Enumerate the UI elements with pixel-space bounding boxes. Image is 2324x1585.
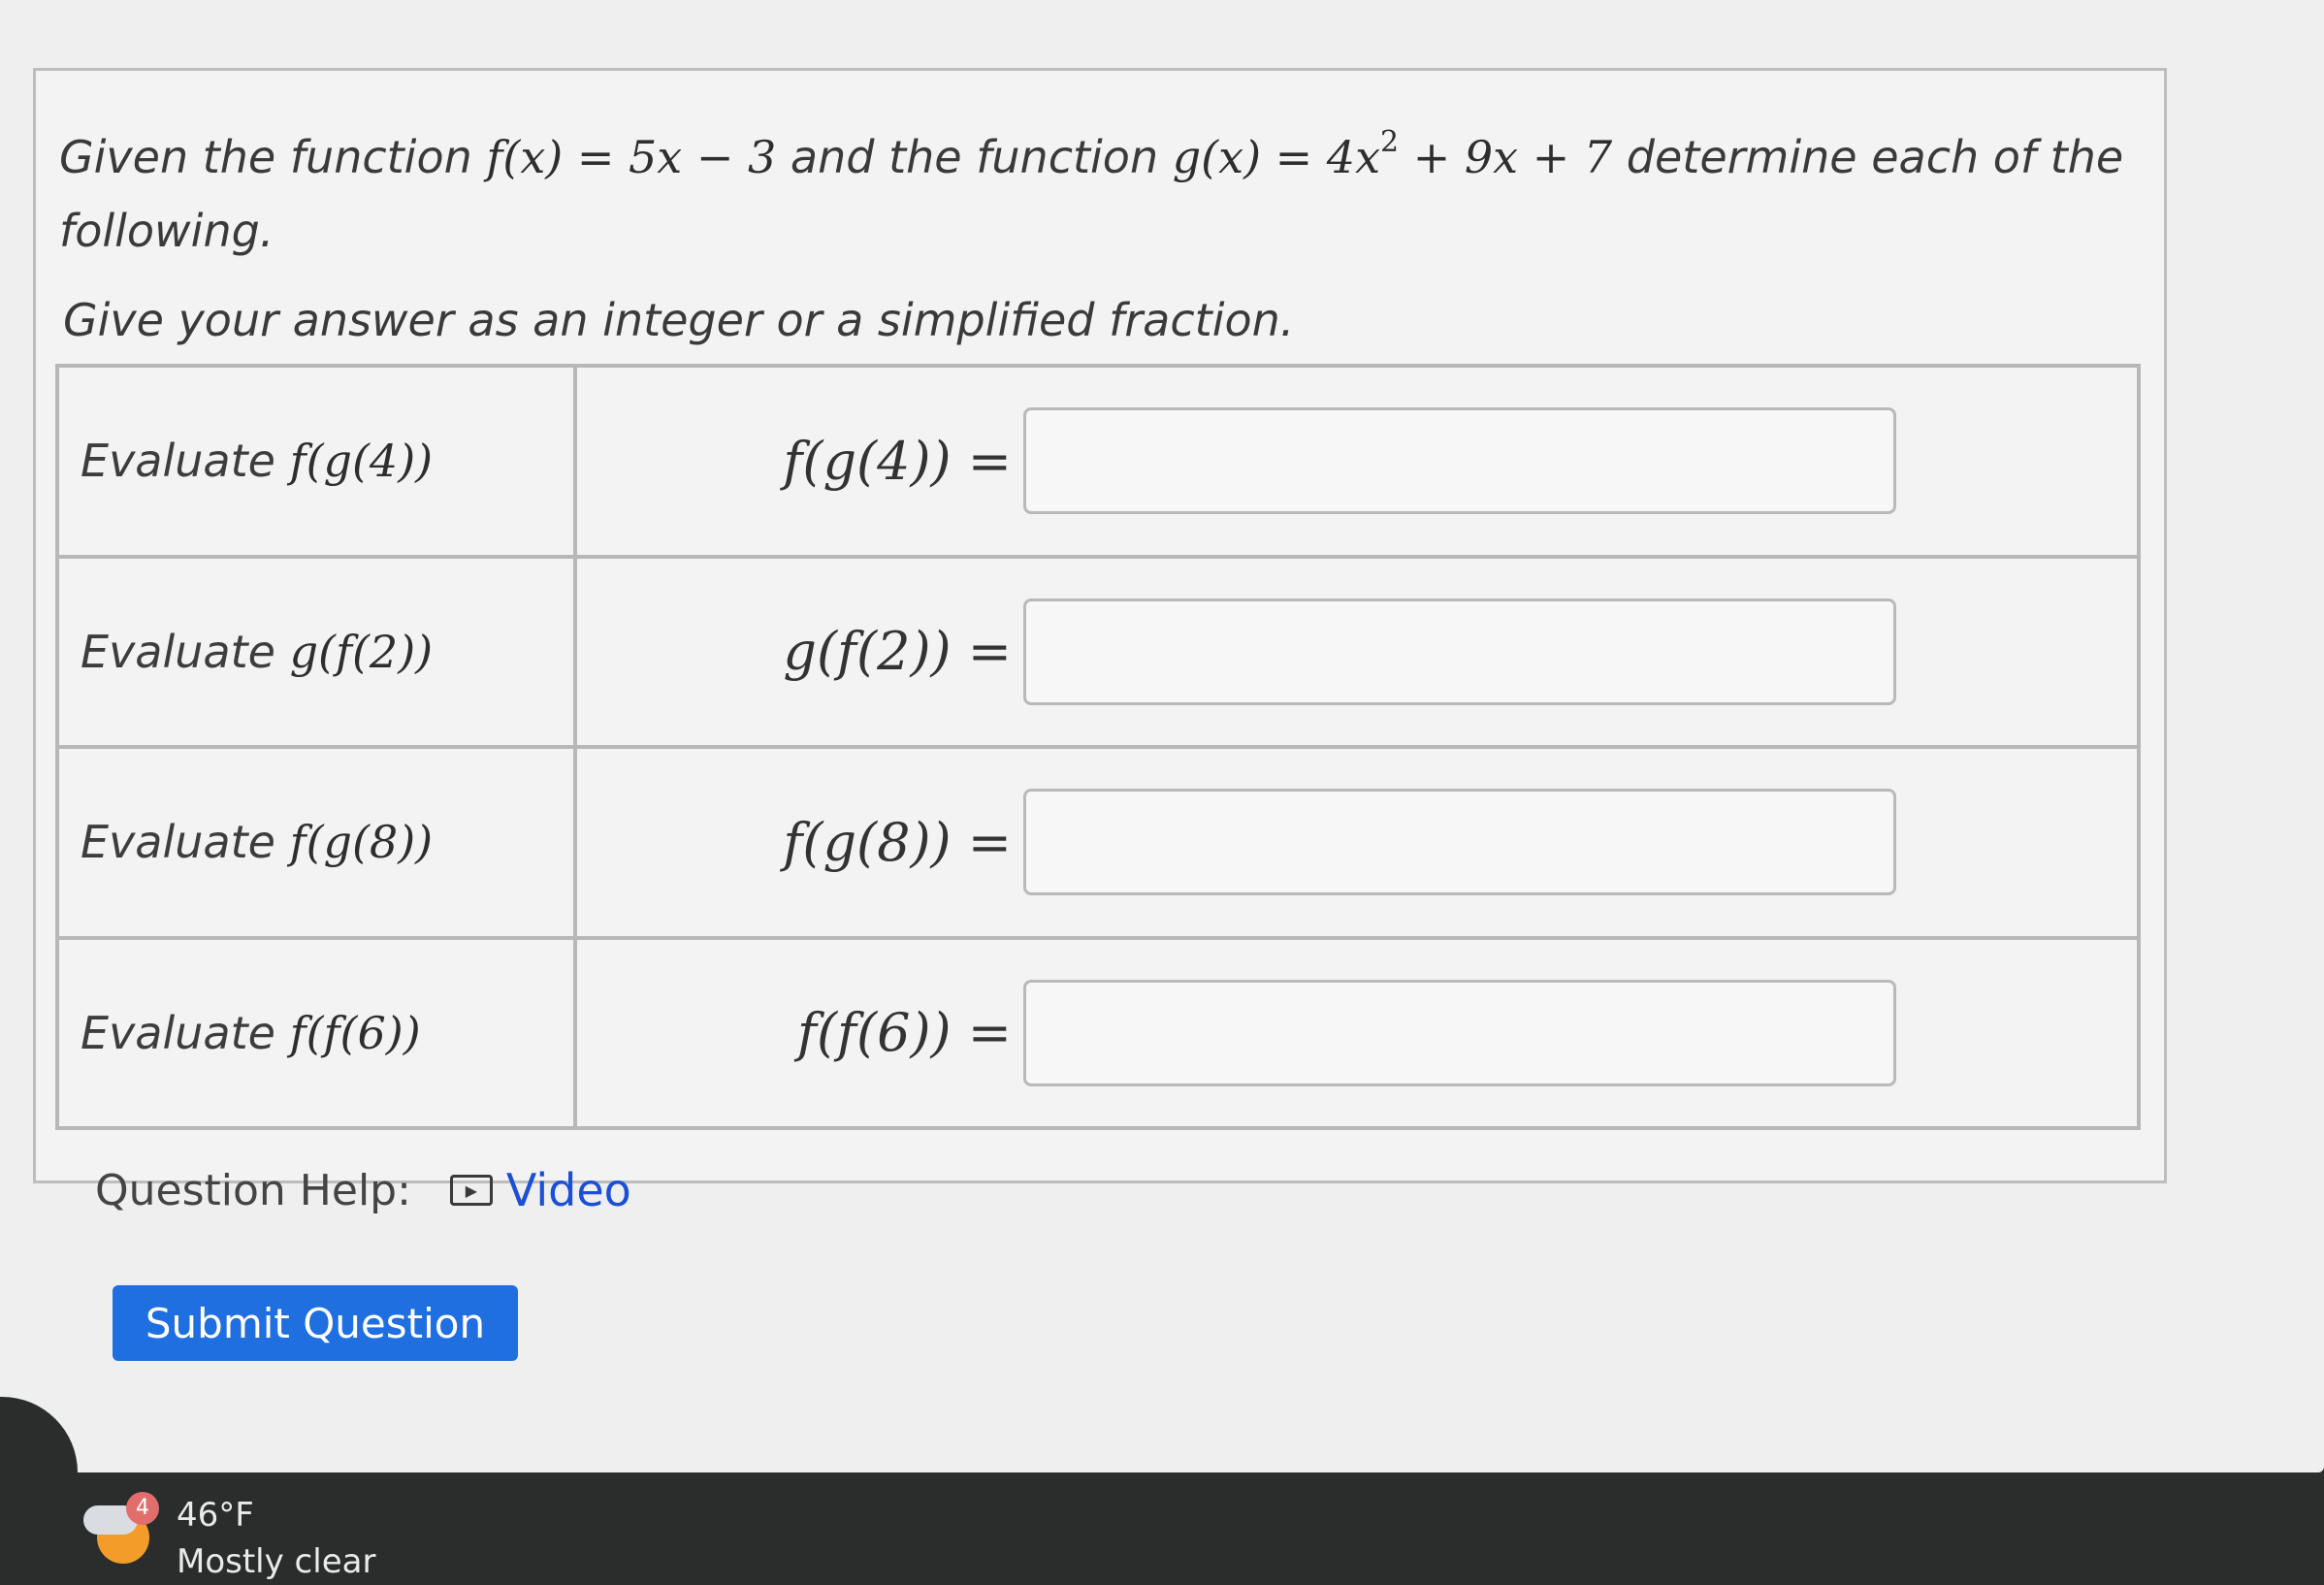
answer-lhs: g(f(2)) = — [783, 621, 1012, 683]
answer-lhs: f(f(6)) = — [796, 1002, 1012, 1064]
row-label-math: f(f(6)) — [289, 1006, 421, 1059]
answer-instruction: Give your answer as an integer or a simp… — [63, 294, 1295, 346]
browser-page: Given the function f(x) = 5x − 3 and the… — [0, 0, 2324, 1472]
row-label: Evaluate f(g(4)) — [81, 435, 573, 487]
weather-badge: 4 — [126, 1492, 159, 1525]
answer-input-f-f-6[interactable] — [1023, 979, 1896, 1086]
row-label: Evaluate f(f(6)) — [81, 1007, 573, 1059]
row-label: Evaluate f(g(8)) — [81, 816, 573, 868]
play-icon: ▶ — [449, 1175, 493, 1206]
question-help: Question Help: ▶ Video — [95, 1164, 631, 1216]
prompt-text-1: Given the function — [59, 131, 472, 183]
g-definition: g(x) = 4x2 + 9x + 7 — [1172, 125, 1613, 183]
f-definition: f(x) = 5x − 3 — [486, 131, 777, 183]
prompt-text-2: and the function — [790, 131, 1159, 183]
weather-description: Mostly clear — [177, 1542, 376, 1581]
partly-cloudy-icon: 4 — [83, 1492, 161, 1569]
row-label-prefix: Evaluate — [81, 435, 275, 488]
g-definition-main: g(x) = 4x — [1172, 131, 1381, 183]
row-label-math: f(g(8)) — [289, 816, 434, 869]
row-label-cell: Evaluate g(f(2)) — [55, 554, 577, 749]
table-row: Evaluate f(g(8)) f(g(8)) = — [55, 745, 2141, 940]
g-definition-exponent: 2 — [1380, 125, 1400, 159]
row-answer-cell: f(g(4)) = — [573, 364, 2141, 559]
table-row: Evaluate f(f(6)) f(f(6)) = — [55, 935, 2141, 1130]
question-help-label: Question Help: — [95, 1165, 411, 1215]
weather-temperature: 46°F — [177, 1496, 254, 1535]
row-label-cell: Evaluate f(g(8)) — [55, 745, 577, 940]
row-label-math: g(f(2)) — [289, 625, 434, 678]
question-prompt: Given the function f(x) = 5x − 3 and the… — [59, 106, 2135, 268]
video-link[interactable]: ▶ Video — [449, 1164, 631, 1216]
table-row: Evaluate g(f(2)) g(f(2)) = — [55, 554, 2141, 749]
row-label-math: f(g(4)) — [289, 435, 434, 488]
answers-table: Evaluate f(g(4)) f(g(4)) = Evaluate g(f(… — [55, 364, 2141, 1130]
row-label: Evaluate g(f(2)) — [81, 626, 573, 678]
answer-lhs: f(g(8)) = — [783, 811, 1012, 873]
weather-text: 46°F Mostly clear — [177, 1492, 375, 1585]
g-definition-tail: + 9x + 7 — [1399, 131, 1613, 183]
row-answer-cell: f(f(6)) = — [573, 935, 2141, 1130]
answer-input-f-g-8[interactable] — [1023, 789, 1896, 896]
row-label-prefix: Evaluate — [81, 816, 275, 869]
answer-input-f-g-4[interactable] — [1023, 407, 1896, 515]
table-row: Evaluate f(g(4)) f(g(4)) = — [55, 364, 2141, 559]
taskbar: 4 46°F Mostly clear — [0, 1472, 2324, 1581]
row-label-prefix: Evaluate — [81, 1006, 275, 1059]
row-answer-cell: g(f(2)) = — [573, 554, 2141, 749]
submit-question-button[interactable]: Submit Question — [113, 1285, 518, 1361]
row-label-cell: Evaluate f(f(6)) — [55, 935, 577, 1130]
row-label-prefix: Evaluate — [81, 625, 275, 678]
screen-bezel-corner — [0, 1397, 78, 1472]
answer-input-g-f-2[interactable] — [1023, 598, 1896, 705]
row-label-cell: Evaluate f(g(4)) — [55, 364, 577, 559]
question-container: Given the function f(x) = 5x − 3 and the… — [33, 68, 2167, 1183]
answer-lhs: f(g(4)) = — [783, 430, 1012, 492]
row-answer-cell: f(g(8)) = — [573, 745, 2141, 940]
weather-widget[interactable]: 4 46°F Mostly clear — [83, 1492, 375, 1585]
video-link-label: Video — [505, 1164, 631, 1216]
